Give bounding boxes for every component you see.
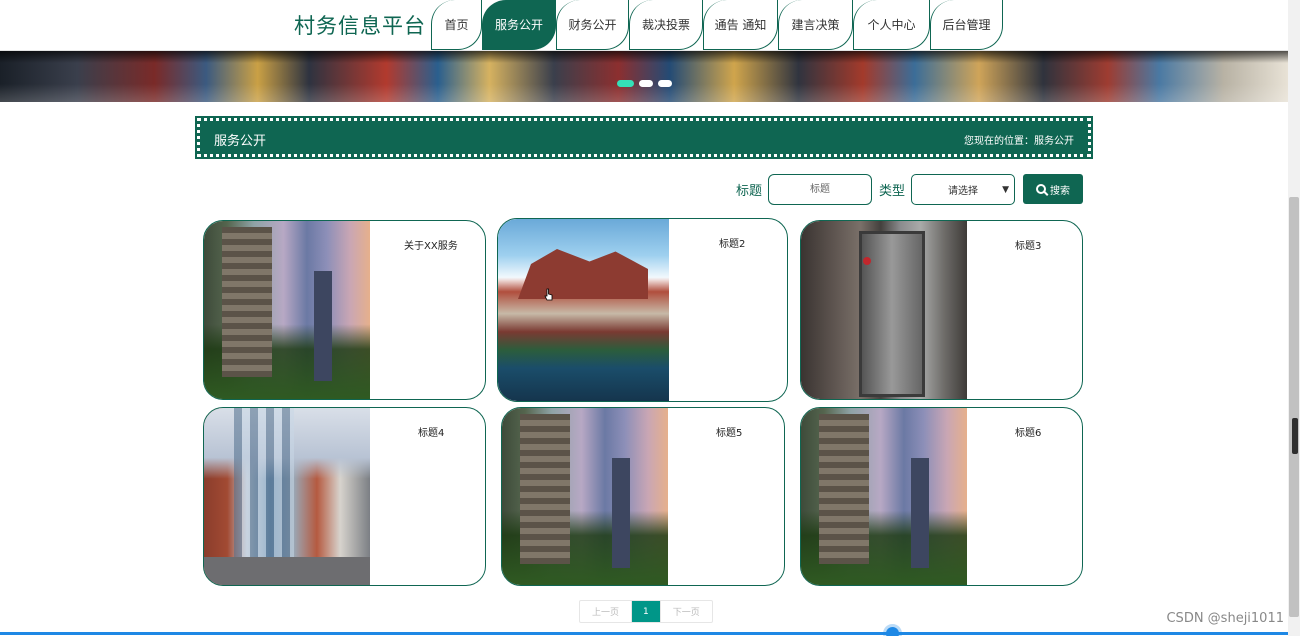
- card-title[interactable]: 关于XX服务: [404, 237, 458, 252]
- progress-knob[interactable]: [886, 627, 899, 636]
- search-button-label: 搜索: [1050, 185, 1071, 197]
- scrollbar-thumb[interactable]: [1289, 197, 1299, 617]
- watermark: CSDN @sheji1011: [1166, 611, 1284, 626]
- type-select-value: 请选择: [948, 185, 979, 197]
- carousel-dot[interactable]: [639, 80, 653, 87]
- carousel-dot[interactable]: [617, 80, 634, 87]
- type-label: 类型: [879, 183, 906, 199]
- carousel-dots: [617, 80, 672, 87]
- top-navbar: 村务信息平台 首页 服务公开 财务公开 裁决投票 通告 通知 建言决策 个人中心…: [0, 0, 1288, 51]
- progress-line: [0, 632, 1288, 635]
- card-image[interactable]: [498, 219, 669, 401]
- service-card[interactable]: 关于XX服务: [203, 220, 486, 400]
- carousel-dot[interactable]: [658, 80, 672, 87]
- card-title[interactable]: 标题2: [719, 235, 745, 250]
- section-title: 服务公开: [214, 134, 267, 149]
- banner-shade: [0, 51, 1288, 63]
- card-image[interactable]: [801, 221, 967, 399]
- card-image[interactable]: [502, 408, 668, 585]
- nav-item-finance[interactable]: 财务公开: [556, 0, 629, 50]
- pagination: 上一页 1 下一页: [579, 600, 713, 623]
- nav-item-notice[interactable]: 通告 通知: [703, 0, 778, 50]
- vertical-scrollbar[interactable]: [1288, 0, 1300, 636]
- title-input[interactable]: 标题: [768, 173, 873, 205]
- service-card[interactable]: 标题3: [800, 220, 1083, 400]
- page: 村务信息平台 首页 服务公开 财务公开 裁决投票 通告 通知 建言决策 个人中心…: [0, 0, 1300, 636]
- nav-item-service[interactable]: 服务公开: [482, 0, 556, 50]
- service-card[interactable]: 标题5: [501, 407, 785, 586]
- card-title[interactable]: 标题4: [418, 424, 444, 439]
- service-card[interactable]: 标题6: [800, 407, 1083, 586]
- page-number-current[interactable]: 1: [631, 601, 660, 622]
- service-card[interactable]: 标题2: [497, 218, 788, 402]
- nav-item-vote[interactable]: 裁决投票: [629, 0, 703, 50]
- card-image[interactable]: [801, 408, 967, 585]
- breadcrumb: 您现在的位置：服务公开: [964, 136, 1074, 147]
- type-select[interactable]: 请选择 ▼: [911, 173, 1016, 205]
- card-title[interactable]: 标题6: [1015, 424, 1041, 439]
- nav-item-suggestion[interactable]: 建言决策: [778, 0, 853, 50]
- scrollbar-marker: [1292, 418, 1298, 454]
- card-title[interactable]: 标题5: [716, 424, 742, 439]
- nav-item-home[interactable]: 首页: [431, 0, 482, 50]
- card-title[interactable]: 标题3: [1015, 237, 1041, 252]
- section-header: 服务公开 您现在的位置：服务公开: [195, 116, 1093, 159]
- site-brand[interactable]: 村务信息平台: [294, 10, 426, 40]
- main-nav: 首页 服务公开 财务公开 裁决投票 通告 通知 建言决策 个人中心 后台管理: [431, 0, 1003, 51]
- search-icon: [1036, 184, 1047, 194]
- next-page-button[interactable]: 下一页: [659, 601, 712, 622]
- chevron-down-icon: ▼: [1002, 184, 1010, 195]
- search-button[interactable]: 搜索: [1023, 174, 1084, 204]
- search-bar: 标题 标题 类型 请选择 ▼ 搜索: [736, 173, 1084, 205]
- banner-carousel[interactable]: [0, 51, 1288, 102]
- mouse-pointer-icon: [544, 288, 553, 301]
- service-card[interactable]: 标题4: [203, 407, 486, 586]
- card-image[interactable]: [204, 408, 370, 585]
- title-label: 标题: [736, 183, 763, 199]
- prev-page-button[interactable]: 上一页: [580, 601, 631, 622]
- nav-item-admin[interactable]: 后台管理: [930, 0, 1003, 50]
- card-image[interactable]: [204, 221, 370, 399]
- nav-item-profile[interactable]: 个人中心: [853, 0, 930, 50]
